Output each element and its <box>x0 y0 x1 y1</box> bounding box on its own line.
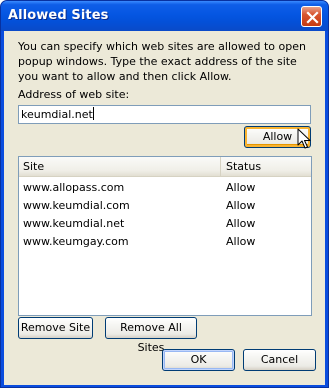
close-button[interactable] <box>301 6 322 27</box>
list-item[interactable]: www.keumgay.com Allow <box>19 233 311 251</box>
dialog-body: You can specify which web sites are allo… <box>4 31 325 385</box>
allowed-sites-window: Allowed Sites You can specify which web … <box>0 0 329 388</box>
remove-all-sites-button[interactable]: Remove All Sites <box>105 317 197 354</box>
list-item[interactable]: www.allopass.com Allow <box>19 179 311 197</box>
allowed-sites-list[interactable]: Site Status www.allopass.com Allow www.k… <box>18 156 312 316</box>
mouse-pointer-icon <box>297 128 311 149</box>
address-input[interactable]: keumdial.net <box>18 105 311 124</box>
site-cell: www.allopass.com <box>23 181 125 194</box>
status-cell: Allow <box>226 181 256 194</box>
site-cell: www.keumgay.com <box>23 235 129 248</box>
close-icon <box>306 11 319 24</box>
cancel-button[interactable]: Cancel <box>243 349 316 371</box>
status-cell: Allow <box>226 217 256 230</box>
site-cell: www.keumdial.net <box>23 217 125 230</box>
title-bar[interactable]: Allowed Sites <box>1 1 328 31</box>
window-title: Allowed Sites <box>8 8 109 23</box>
list-item[interactable]: www.keumdial.com Allow <box>19 197 311 215</box>
address-input-value: keumdial.net <box>21 108 93 121</box>
ok-button[interactable]: OK <box>162 349 235 371</box>
status-cell: Allow <box>226 235 256 248</box>
status-cell: Allow <box>226 199 256 212</box>
description-text: You can specify which web sites are allo… <box>18 40 306 83</box>
site-cell: www.keumdial.com <box>23 199 130 212</box>
column-header-status[interactable]: Status <box>222 157 311 177</box>
text-caret <box>92 107 94 120</box>
list-item[interactable]: www.keumdial.net Allow <box>19 215 311 233</box>
column-header-site[interactable]: Site <box>19 157 221 177</box>
list-header: Site Status <box>19 157 311 177</box>
address-label: Address of web site: <box>18 88 130 101</box>
remove-site-button[interactable]: Remove Site <box>18 317 93 339</box>
